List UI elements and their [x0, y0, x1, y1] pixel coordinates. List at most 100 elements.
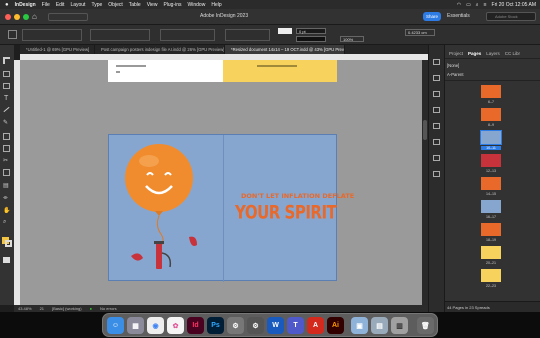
finder-icon[interactable]: ☺ — [107, 317, 124, 334]
spread-thumb-20-21[interactable] — [481, 246, 501, 259]
type-tool-icon[interactable]: T — [4, 95, 8, 102]
menu-view[interactable]: View — [147, 2, 158, 8]
control-center-icon[interactable]: ≡ — [484, 2, 487, 8]
transform-buttons[interactable] — [225, 29, 270, 41]
scissors-icon[interactable]: ✂ — [3, 157, 8, 164]
pages-panel-icon[interactable] — [433, 59, 440, 65]
tab-layers[interactable]: Layers — [486, 51, 500, 56]
screen-mode-icon[interactable] — [3, 257, 10, 263]
menu-object[interactable]: Object — [108, 2, 122, 8]
master-none[interactable]: [None] — [447, 63, 459, 68]
notes-icon[interactable]: ▤ — [371, 317, 388, 334]
gradient-icon[interactable]: ▤ — [3, 182, 9, 189]
launchpad-icon[interactable]: ▦ — [127, 317, 144, 334]
links-panel-icon[interactable] — [433, 91, 440, 97]
tab-project[interactable]: Project — [449, 51, 463, 56]
teams-icon[interactable]: T — [287, 317, 304, 334]
rectangle-tool-icon[interactable] — [3, 145, 10, 152]
tab-pages[interactable]: Pages — [468, 51, 481, 56]
apple-icon[interactable]: ● — [5, 2, 9, 8]
indesign-icon[interactable]: Id — [187, 317, 204, 334]
workspace-switcher[interactable]: Essentials — [447, 13, 470, 19]
fill-swatch[interactable] — [278, 28, 292, 34]
spread-thumb-6-7[interactable] — [481, 85, 501, 98]
spread-thumb-12-13[interactable] — [481, 154, 501, 167]
reference-point-icon[interactable] — [8, 30, 17, 39]
zoom-tool-icon[interactable]: ⌕ — [3, 219, 6, 226]
line-tool-icon[interactable] — [3, 106, 10, 113]
photoshop-icon[interactable]: Ps — [207, 317, 224, 334]
home-icon[interactable]: ⌂ — [32, 12, 37, 21]
eyedropper-icon[interactable]: ⌯ — [3, 195, 8, 202]
notes-icon[interactable]: ▥ — [391, 317, 408, 334]
pasteboard[interactable]: DON'T LET INFLATION DEFLATE YOUR SPIRIT — [20, 60, 422, 305]
scroll-thumb[interactable] — [423, 120, 427, 140]
page-20-preview[interactable] — [108, 60, 223, 82]
menu-app-name[interactable]: InDesign — [15, 2, 36, 8]
menu-window[interactable]: Window — [188, 2, 206, 8]
paragraph-panel-icon[interactable] — [433, 171, 440, 177]
selection-tool-icon[interactable] — [3, 57, 10, 64]
dimension-field[interactable]: 0.4233 cm — [405, 29, 435, 36]
search-icon[interactable]: ⌕ — [476, 2, 479, 8]
illustrator-icon[interactable]: Ai — [327, 317, 344, 334]
stock-search-input[interactable]: Adobe Stock — [486, 12, 536, 21]
zoom-window-button[interactable] — [23, 14, 29, 20]
page-21-preview[interactable] — [223, 60, 337, 82]
character-panel-icon[interactable] — [433, 155, 440, 161]
spread-thumb-14-15[interactable] — [481, 177, 501, 190]
rectangle-frame-icon[interactable] — [3, 133, 10, 140]
trash-icon[interactable]: 🗑 — [417, 317, 434, 334]
menu-help[interactable]: Help — [211, 2, 221, 8]
free-transform-icon[interactable] — [3, 169, 10, 176]
color-panel-icon[interactable] — [433, 139, 440, 145]
page-number[interactable]: 21 — [40, 306, 44, 311]
stroke-type-select[interactable] — [296, 36, 326, 42]
menu-plugins[interactable]: Plug-ins — [163, 2, 181, 8]
position-fields[interactable] — [22, 29, 82, 41]
page-tool-icon[interactable] — [3, 83, 10, 89]
tab-campaign-posters[interactable]: Post campaign posters indesign file AI.i… — [95, 45, 225, 54]
style-status[interactable]: [Basic] (working) — [52, 306, 82, 311]
tab-cc-libraries[interactable]: CC Libr — [505, 51, 520, 56]
spread-thumb-18-19[interactable] — [481, 223, 501, 236]
tab-resized-document[interactable]: *Resized document 14x14 – 19 OCT.indd @ … — [225, 45, 345, 54]
menu-layout[interactable]: Layout — [70, 2, 85, 8]
settings-icon[interactable]: ⚙ — [247, 317, 264, 334]
minimize-window-button[interactable] — [14, 14, 20, 20]
scale-fields[interactable] — [160, 29, 215, 41]
menu-table[interactable]: Table — [129, 2, 141, 8]
clock[interactable]: Fri 20 Oct 12:05 AM — [492, 2, 536, 8]
active-spread[interactable]: DON'T LET INFLATION DEFLATE YOUR SPIRIT — [108, 134, 354, 282]
share-button[interactable]: Share — [423, 12, 441, 21]
preview-icon[interactable]: ▣ — [351, 317, 368, 334]
system-settings-icon[interactable]: ⚙ — [227, 317, 244, 334]
view-options[interactable] — [48, 13, 88, 21]
spread-thumb-8-9[interactable] — [481, 108, 501, 121]
direct-selection-icon[interactable] — [3, 71, 10, 77]
size-fields[interactable] — [90, 29, 150, 41]
battery-icon[interactable]: ▭ — [466, 2, 471, 8]
close-window-button[interactable] — [5, 14, 11, 20]
layers-panel-icon[interactable] — [433, 75, 440, 81]
menu-type[interactable]: Type — [91, 2, 102, 8]
preflight-status[interactable]: No errors — [100, 306, 117, 311]
zoom-level[interactable]: 43.48% — [18, 306, 32, 311]
hand-tool-icon[interactable]: ✋ — [3, 207, 10, 214]
master-a-parent[interactable]: A-Parent — [447, 72, 464, 77]
spread-thumb-10-11[interactable] — [480, 130, 502, 145]
tab-untitled[interactable]: *Untitled-1 @ 69% [GPU Preview] — [20, 45, 95, 54]
stroke-panel-icon[interactable] — [433, 107, 440, 113]
chrome-icon[interactable]: ◉ — [147, 317, 164, 334]
spread-thumb-22-23[interactable] — [481, 269, 501, 282]
stroke-weight-field[interactable]: 0 pt — [296, 28, 326, 34]
acrobat-icon[interactable]: A — [307, 317, 324, 334]
swatches-panel-icon[interactable] — [433, 123, 440, 129]
pen-tool-icon[interactable]: ✎ — [3, 119, 8, 126]
menu-file[interactable]: File — [42, 2, 50, 8]
opacity-field[interactable]: 100% — [340, 36, 364, 42]
stroke-color-swatch[interactable] — [5, 240, 12, 247]
menu-edit[interactable]: Edit — [56, 2, 65, 8]
poster-headline[interactable]: YOUR SPIRIT — [235, 201, 337, 224]
spread-thumb-16-17[interactable] — [481, 200, 501, 213]
